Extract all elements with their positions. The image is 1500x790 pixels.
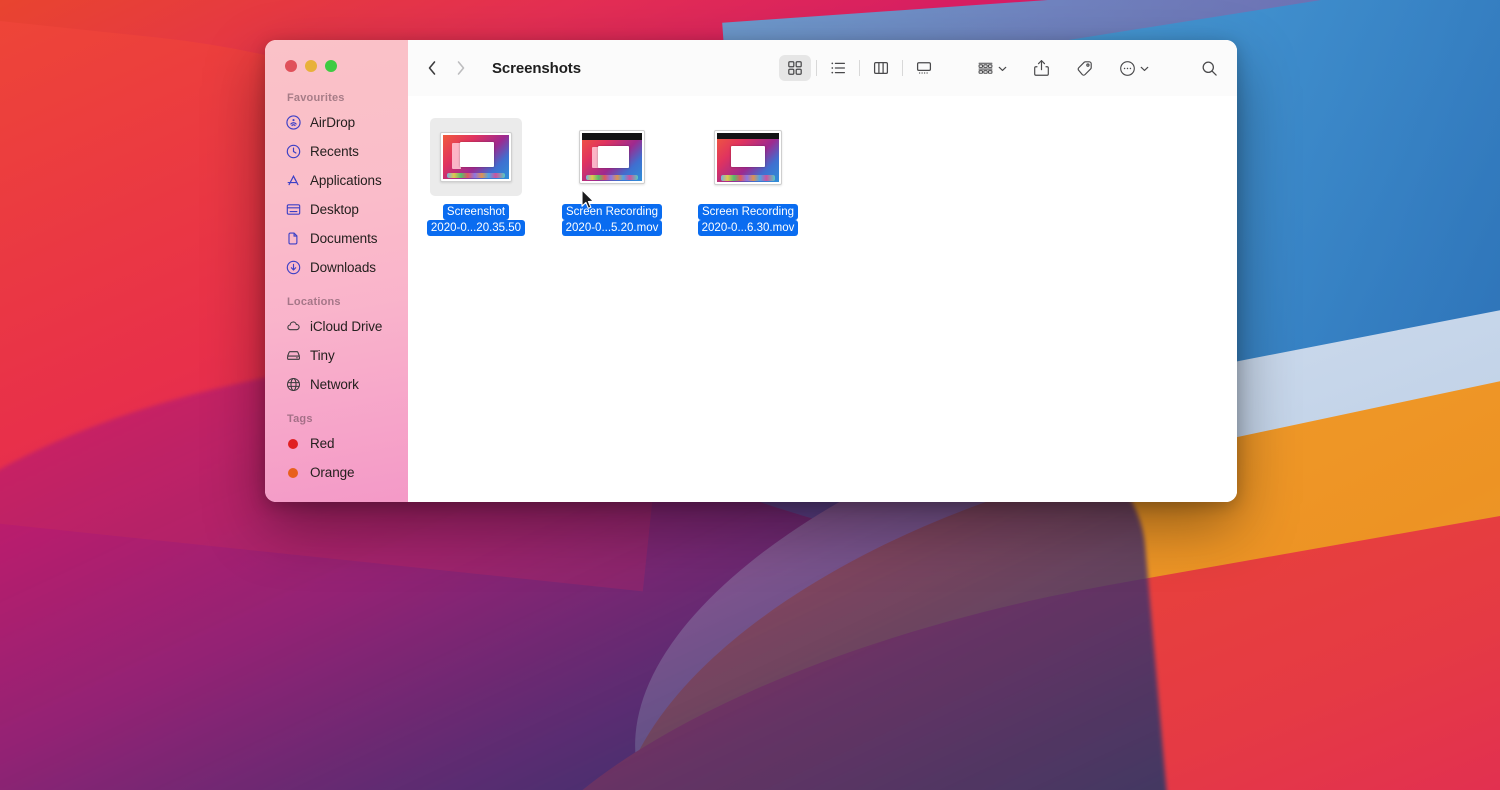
sidebar-item-label: Network — [310, 377, 359, 392]
network-icon — [285, 377, 301, 393]
file-label: Screenshot 2020-0...20.35.50 — [408, 204, 544, 236]
harddisk-icon — [285, 348, 301, 364]
back-button[interactable] — [426, 58, 438, 78]
toolbar-divider — [816, 60, 817, 76]
sidebar-item-icloud-drive[interactable]: iCloud Drive — [265, 312, 408, 341]
sidebar-item-applications[interactable]: Applications — [265, 166, 408, 195]
maximize-button[interactable] — [325, 60, 337, 72]
more-actions-button[interactable] — [1116, 55, 1152, 81]
navigation-buttons — [426, 58, 467, 78]
desktop-wallpaper: Favourites AirDrop Recents Applications … — [0, 0, 1500, 790]
window-controls — [285, 60, 337, 72]
toolbar-divider — [902, 60, 903, 76]
sidebar-item-label: Documents — [310, 231, 378, 246]
group-items-button[interactable] — [974, 55, 1010, 81]
page-title: Screenshots — [492, 59, 581, 77]
chevron-down-icon — [998, 59, 1007, 77]
sidebar-item-label: Orange — [310, 465, 355, 480]
sidebar-item-label: Red — [310, 436, 335, 451]
sidebar-section-title-favourites: Favourites — [287, 92, 345, 104]
applications-icon — [285, 173, 301, 189]
sidebar-section-title-tags: Tags — [287, 413, 313, 425]
forward-button[interactable] — [455, 58, 467, 78]
file-label: Screen Recording 2020-0...5.20.mov — [544, 204, 680, 236]
sidebar-section-title-locations: Locations — [287, 296, 341, 308]
list-view-button[interactable] — [822, 55, 854, 81]
airdrop-icon — [285, 115, 301, 131]
sidebar-item-recents[interactable]: Recents — [265, 137, 408, 166]
gallery-view-button[interactable] — [908, 55, 940, 81]
toolbar-divider — [859, 60, 860, 76]
file-name-line2: 2020-0...5.20.mov — [561, 220, 663, 236]
chevron-down-icon — [1140, 59, 1149, 77]
sidebar-item-airdrop[interactable]: AirDrop — [265, 108, 408, 137]
finder-window: Favourites AirDrop Recents Applications … — [265, 40, 1237, 502]
sidebar-item-label: Downloads — [310, 260, 376, 275]
clock-icon — [285, 144, 301, 160]
sidebar-section-favourites: Favourites AirDrop Recents Applications … — [265, 92, 408, 282]
sidebar-item-tag-red[interactable]: Red — [265, 429, 408, 458]
sidebar-item-desktop[interactable]: Desktop — [265, 195, 408, 224]
sidebar-item-tiny[interactable]: Tiny — [265, 341, 408, 370]
search-button[interactable] — [1198, 55, 1221, 81]
file-label: Screen Recording 2020-0...6.30.mov — [680, 204, 816, 236]
sidebar-item-downloads[interactable]: Downloads — [265, 253, 408, 282]
sidebar-item-label: Desktop — [310, 202, 359, 217]
file-item[interactable]: Screenshot 2020-0...20.35.50 — [408, 114, 544, 236]
view-mode-controls — [779, 55, 940, 81]
tag-button[interactable] — [1073, 55, 1096, 81]
column-view-button[interactable] — [865, 55, 897, 81]
finder-toolbar: Screenshots — [408, 40, 1237, 96]
share-button[interactable] — [1030, 55, 1053, 81]
tag-dot-icon — [285, 465, 301, 481]
finder-sidebar: Favourites AirDrop Recents Applications … — [265, 40, 408, 502]
icon-view-button[interactable] — [779, 55, 811, 81]
finder-content-pane: Screenshots Screenshot 2020-0...20.35.50… — [408, 40, 1237, 502]
sidebar-item-label: Tiny — [310, 348, 335, 363]
file-thumbnail — [702, 118, 794, 196]
file-item[interactable]: Screen Recording 2020-0...5.20.mov — [544, 114, 680, 236]
sidebar-item-label: AirDrop — [310, 115, 356, 130]
file-grid: Screenshot 2020-0...20.35.50 Screen Reco… — [408, 96, 1237, 502]
documents-icon — [285, 231, 301, 247]
file-name-line1: Screen Recording — [561, 204, 663, 220]
sidebar-item-tag-orange[interactable]: Orange — [265, 458, 408, 487]
file-thumbnail — [430, 118, 522, 196]
sidebar-item-label: iCloud Drive — [310, 319, 383, 334]
tag-dot-icon — [285, 436, 301, 452]
file-name-line2: 2020-0...6.30.mov — [697, 220, 799, 236]
file-name-line1: Screen Recording — [697, 204, 799, 220]
file-name-line1: Screenshot — [442, 204, 510, 220]
downloads-icon — [285, 260, 301, 276]
minimize-button[interactable] — [305, 60, 317, 72]
sidebar-item-label: Applications — [310, 173, 382, 188]
sidebar-item-documents[interactable]: Documents — [265, 224, 408, 253]
file-name-line2: 2020-0...20.35.50 — [426, 220, 526, 236]
sidebar-section-locations: Locations iCloud Drive Tiny Network — [265, 296, 408, 399]
file-thumbnail — [566, 118, 658, 196]
sidebar-section-tags: Tags Red Orange — [265, 413, 408, 487]
close-button[interactable] — [285, 60, 297, 72]
desktop-icon — [285, 202, 301, 218]
sidebar-item-network[interactable]: Network — [265, 370, 408, 399]
file-item[interactable]: Screen Recording 2020-0...6.30.mov — [680, 114, 816, 236]
cloud-icon — [285, 319, 301, 335]
sidebar-item-label: Recents — [310, 144, 359, 159]
